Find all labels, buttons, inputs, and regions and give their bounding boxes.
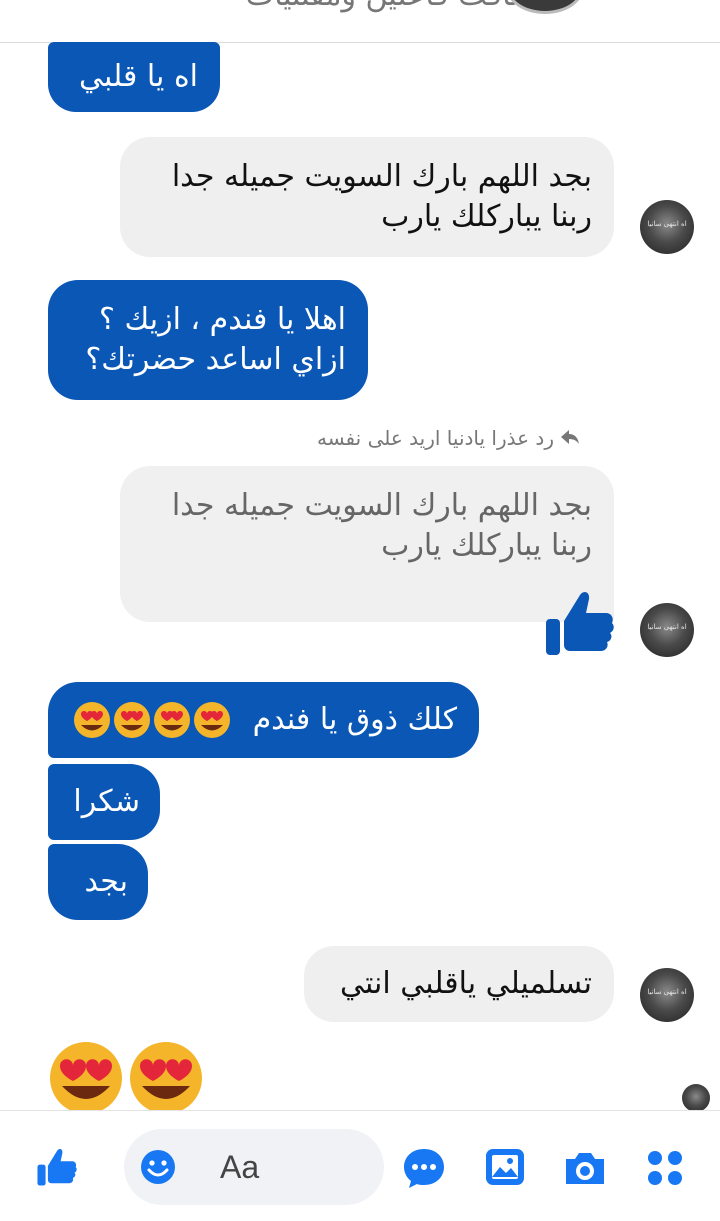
thumbs-up-reaction-icon (540, 585, 616, 665)
avatar-caption: اه انتهى سانيا (647, 988, 687, 996)
message-text: اه يا قلبي (79, 59, 198, 94)
message-line: بجد اللهم بارك السويت جميله جدا (171, 159, 592, 194)
message-text: كلك ذوق يا فندم (252, 702, 457, 737)
message-text: بجد (84, 864, 128, 899)
message-line: ربنا يباركلك يارب (381, 199, 592, 234)
chat-bubble-dots-icon[interactable] (402, 1147, 446, 1193)
input-placeholder: Aa (220, 1149, 260, 1185)
conversation-header: أضافت فاعلين ومقتنيات (0, 0, 720, 43)
message-line: اهلا يا فندم ، ازيك ؟ (98, 302, 346, 337)
contact-avatar[interactable]: اه انتهى سانيا (640, 968, 694, 1022)
heart-eyes-emoji-icon (50, 1042, 202, 1114)
avatar-caption: اه انتهى سانيا (647, 220, 687, 228)
message-received[interactable]: تسلميلي ياقلبي انتي (304, 946, 614, 1022)
thumbs-up-icon[interactable] (34, 1145, 78, 1193)
camera-icon[interactable] (562, 1149, 608, 1191)
message-input[interactable]: Aa (124, 1129, 384, 1205)
message-line: ازاي اساعد حضرتك؟ (85, 342, 346, 377)
message-sent[interactable]: اهلا يا فندم ، ازيك ؟ ازاي اساعد حضرتك؟ (48, 280, 368, 400)
message-sent[interactable]: بجد (48, 844, 148, 920)
header-title: أضافت فاعلين ومقتنيات (246, 0, 545, 13)
four-dots-icon[interactable] (646, 1149, 684, 1191)
heart-eyes-emoji-icon (74, 702, 230, 738)
reply-label: رد عذرا يادنيا اريد على نفسه (317, 426, 580, 450)
message-line: ربنا يباركلك يارب (381, 528, 592, 563)
contact-avatar[interactable]: اه انتهى سانيا (640, 200, 694, 254)
image-icon[interactable] (484, 1147, 526, 1191)
message-line: بجد اللهم بارك السويت جميله جدا (171, 488, 592, 523)
message-text: تسلميلي ياقلبي انتي (339, 966, 592, 1001)
contact-avatar-small[interactable] (682, 1084, 710, 1112)
message-received[interactable]: بجد اللهم بارك السويت جميله جدا ربنا يبا… (120, 137, 614, 257)
message-sent[interactable]: شكرا (48, 764, 160, 840)
contact-avatar[interactable]: اه انتهى سانيا (640, 603, 694, 657)
reply-label-text: رد عذرا يادنيا اريد على نفسه (316, 426, 554, 450)
message-text: شكرا (73, 784, 140, 819)
reply-arrow-icon (560, 426, 580, 450)
avatar-caption: اه انتهى سانيا (647, 623, 687, 631)
composer-bar: Aa (0, 1110, 720, 1221)
message-sent[interactable]: اه يا قلبي (48, 42, 220, 112)
smiley-icon[interactable] (140, 1149, 176, 1185)
